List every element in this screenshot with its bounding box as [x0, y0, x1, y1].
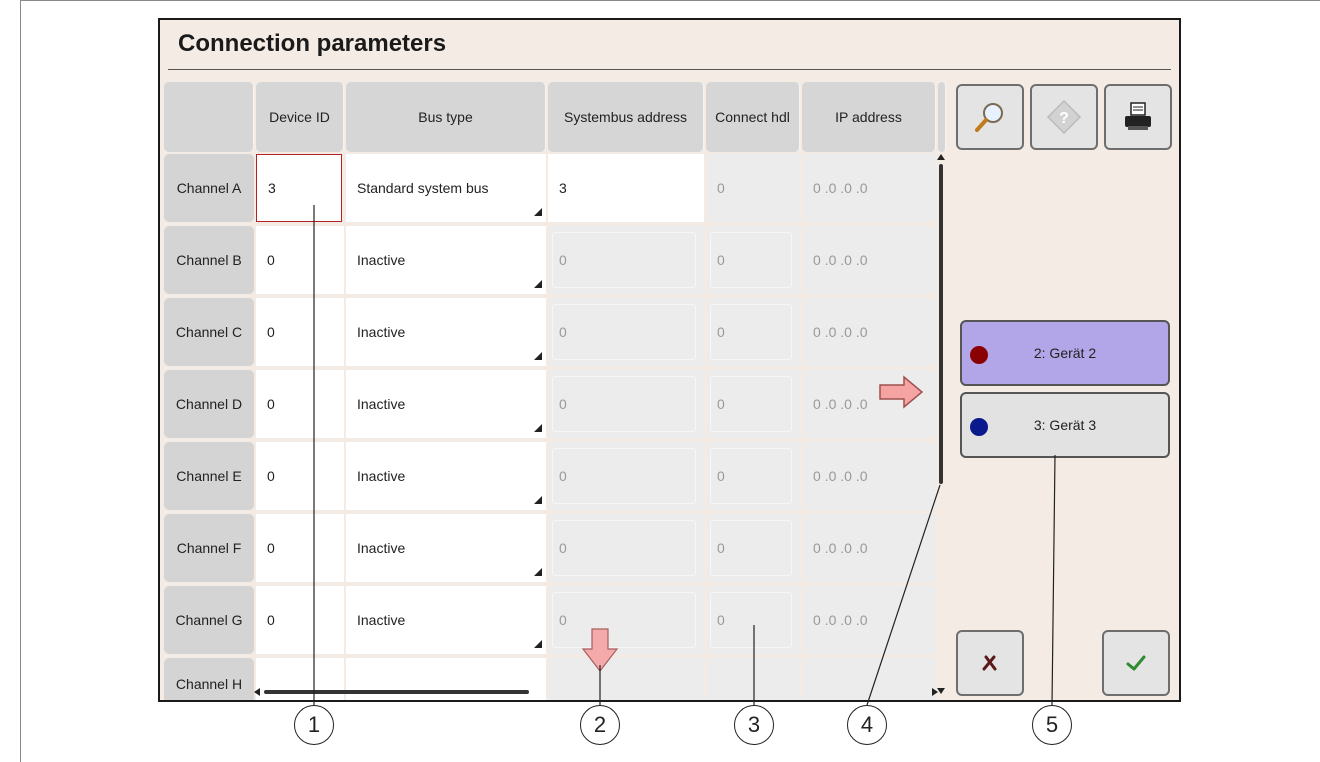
callout-leader-lines	[313, 205, 1056, 706]
callout-2: 2	[580, 705, 620, 745]
callout-3: 3	[734, 705, 774, 745]
callout-5: 5	[1032, 705, 1072, 745]
leader-line-4	[866, 484, 941, 706]
leader-line-5	[1051, 454, 1056, 706]
callout-1: 1	[294, 705, 334, 745]
callout-4: 4	[847, 705, 887, 745]
